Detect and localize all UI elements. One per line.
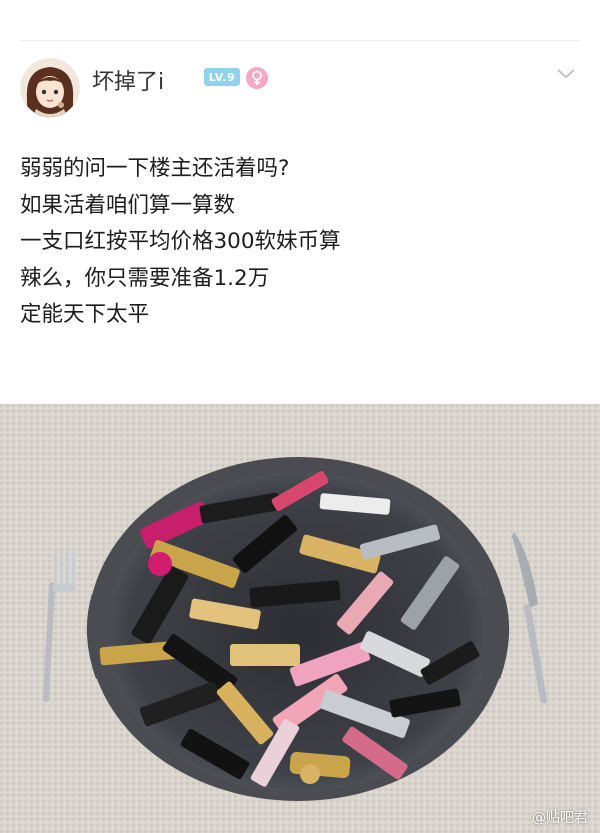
post-line: 如果活着咱们算一算数 <box>20 192 236 218</box>
post-body: 弱弱的问一下楼主还活着吗? 如果活着咱们算一算数 一支口红按平均价格300软妹币… <box>20 151 580 334</box>
lipstick-platter-image <box>0 404 600 833</box>
avatar-illustration <box>21 59 79 117</box>
level-badge: LV.9 <box>204 68 240 86</box>
post-line: 一支口红按平均价格300软妹币算 <box>20 229 341 254</box>
top-divider <box>20 40 580 41</box>
watermark: @贴吧君 <box>532 810 588 826</box>
post-header: 坏掉了i LV.9 <box>20 58 580 120</box>
post-line: 定能天下太平 <box>20 302 150 327</box>
post-photo[interactable]: @贴吧君 <box>0 404 600 833</box>
user-avatar[interactable] <box>20 58 80 118</box>
female-symbol-icon <box>246 67 268 89</box>
post-line: 辣么，你只需要准备1.2万 <box>20 265 270 291</box>
chevron-down-icon[interactable] <box>554 62 578 86</box>
username[interactable]: 坏掉了i <box>92 64 164 96</box>
post-line: 弱弱的问一下楼主还活着吗? <box>20 156 290 181</box>
